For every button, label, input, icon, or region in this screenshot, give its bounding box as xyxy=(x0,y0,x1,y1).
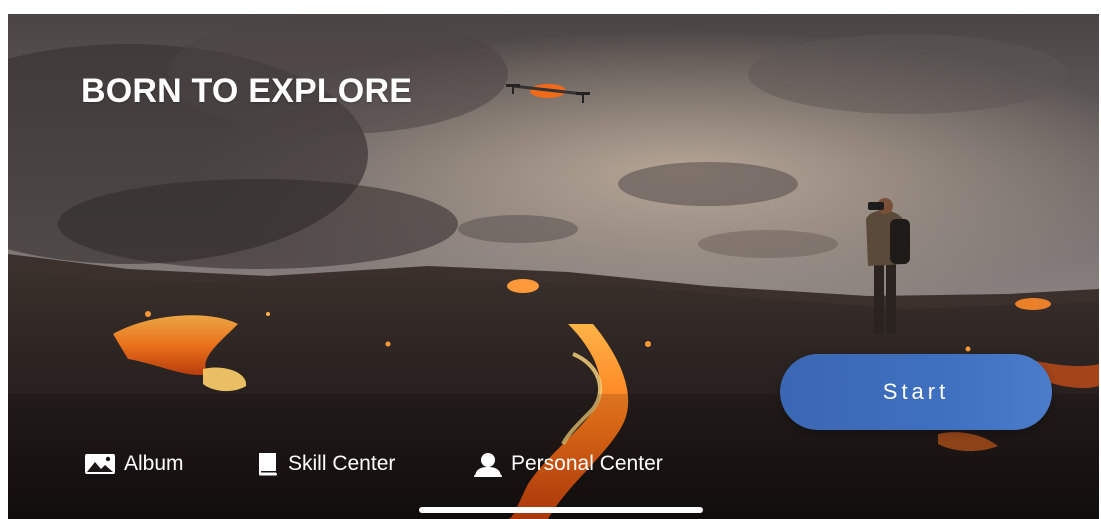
hero-headline: BORN TO EXPLORE xyxy=(81,72,413,110)
person-icon xyxy=(473,451,503,477)
nav-item-skill-center[interactable]: Skill Center xyxy=(256,450,395,478)
nav-item-label: Skill Center xyxy=(288,452,396,475)
nav-item-album[interactable]: Album xyxy=(84,450,184,478)
nav-item-label: Personal Center xyxy=(511,452,663,475)
app-screen: BORN TO EXPLORE Start Album Skill Center… xyxy=(8,14,1099,519)
home-indicator xyxy=(419,507,703,513)
nav-item-personal-center[interactable]: Personal Center xyxy=(473,450,663,478)
book-icon xyxy=(256,451,280,477)
start-button[interactable]: Start xyxy=(780,354,1052,430)
album-icon xyxy=(84,453,116,475)
nav-item-label: Album xyxy=(124,452,184,475)
